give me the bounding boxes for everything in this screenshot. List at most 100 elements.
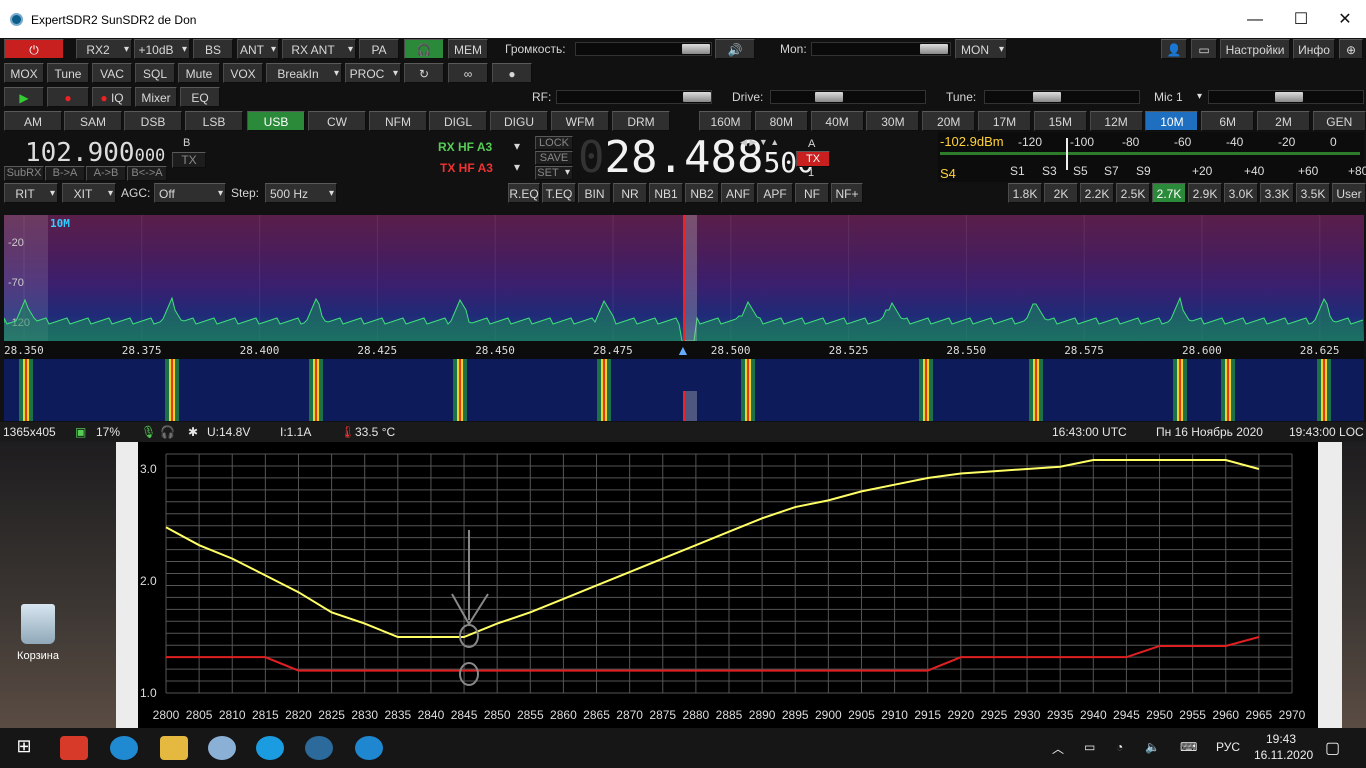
tune-slider[interactable] [984, 90, 1140, 104]
tx-dropdown-icon[interactable]: ▾ [514, 157, 520, 177]
mon-button[interactable]: MON [955, 39, 1007, 59]
dsp-nf-button[interactable]: NF [795, 183, 829, 203]
user-button[interactable]: 👤 [1161, 39, 1187, 59]
mode-usb-button[interactable]: USB [247, 111, 305, 131]
band-160m-button[interactable]: 160M [699, 111, 752, 131]
proc-button[interactable]: PROC [345, 63, 401, 83]
close-icon[interactable]: ✕ [1322, 8, 1366, 32]
paint-icon[interactable] [208, 736, 236, 760]
tray-chevron-icon[interactable]: ︿ [1052, 740, 1064, 757]
notifications-icon[interactable]: ▢ [1325, 738, 1340, 758]
band-30m-button[interactable]: 30M [866, 111, 920, 131]
mode-drm-button[interactable]: DRM [612, 111, 670, 131]
mox-button[interactable]: MOX [4, 63, 44, 83]
dsp-nf-button[interactable]: NF+ [831, 183, 863, 203]
recycle-bin[interactable]: Корзина [12, 600, 64, 662]
folder-icon[interactable] [160, 736, 188, 760]
b-to-a-button[interactable]: B->A [45, 166, 85, 181]
more-button[interactable]: ⊕ [1339, 39, 1363, 59]
volume-slider[interactable] [575, 42, 712, 56]
breakin-button[interactable]: BreakIn [266, 63, 342, 83]
sql-button[interactable]: SQL [135, 63, 175, 83]
band-2m-button[interactable]: 2M [1257, 111, 1310, 131]
filter-1-8k-button[interactable]: 1.8K [1008, 183, 1042, 203]
clock-time[interactable]: 19:43 [1266, 732, 1296, 746]
filter-user-button[interactable]: User [1332, 183, 1366, 203]
power-button[interactable]: ⏻ [4, 39, 64, 59]
dsp-apf-button[interactable]: APF [757, 183, 793, 203]
tuning-marker[interactable] [683, 215, 685, 341]
b-swap-a-button[interactable]: B<->A [127, 166, 167, 181]
xit-button[interactable]: XIT [62, 183, 116, 203]
vfo-b-tx[interactable]: TX [172, 152, 206, 168]
record-button[interactable]: ● [47, 87, 89, 107]
maximize-icon[interactable]: ☐ [1278, 8, 1324, 32]
a-to-b-button[interactable]: A->B [86, 166, 126, 181]
mode-dsb-button[interactable]: DSB [124, 111, 182, 131]
spectrum-panel[interactable]: 10M -20-70-120 [4, 215, 1364, 341]
filter-3-0k-button[interactable]: 3.0K [1224, 183, 1258, 203]
mixer-button[interactable]: Mixer [135, 87, 177, 107]
rx-dropdown-icon[interactable]: ▾ [514, 136, 520, 156]
tape-button[interactable]: ∞ [448, 63, 488, 83]
expertsdr-taskbar-icon[interactable] [305, 736, 333, 760]
skype-icon[interactable] [256, 736, 284, 760]
band-12m-button[interactable]: 12M [1089, 111, 1143, 131]
band-20m-button[interactable]: 20M [922, 111, 976, 131]
start-icon[interactable]: ⊞ [10, 736, 38, 760]
dsp-nr-button[interactable]: NR [613, 183, 647, 203]
ant-button[interactable]: ANT [237, 39, 279, 59]
band-40m-button[interactable]: 40M [810, 111, 864, 131]
minimize-icon[interactable]: — [1232, 8, 1278, 32]
filter-2-9k-button[interactable]: 2.9K [1188, 183, 1222, 203]
mem-button[interactable]: MEM [448, 39, 488, 59]
speaker-button[interactable]: 🔊 [715, 39, 755, 59]
subrx-button[interactable]: SubRX [4, 166, 44, 181]
dsp-bin-button[interactable]: BIN [578, 183, 611, 203]
vfo-b-frequency[interactable]: 102.900000 [25, 138, 165, 168]
band-gen-button[interactable]: GEN [1312, 111, 1366, 131]
power-app-icon[interactable] [60, 736, 88, 760]
rx-ant-button[interactable]: RX ANT [282, 39, 356, 59]
clock-date[interactable]: 16.11.2020 [1254, 748, 1313, 762]
dsp-nb2-button[interactable]: NB2 [685, 183, 719, 203]
mode-cw-button[interactable]: CW [308, 111, 366, 131]
band-17m-button[interactable]: 17M [978, 111, 1031, 131]
sunsdr-taskbar-icon[interactable] [355, 736, 383, 760]
loop-button[interactable]: ↻ [404, 63, 444, 83]
step-select[interactable]: 500 Hz [265, 183, 337, 203]
volume-tray-icon[interactable]: 🔈 [1145, 740, 1160, 754]
rx2-button[interactable]: RX2 [76, 39, 132, 59]
drive-slider[interactable] [770, 90, 926, 104]
mode-lsb-button[interactable]: LSB [185, 111, 243, 131]
mode-nfm-button[interactable]: NFM [369, 111, 427, 131]
filter-2-5k-button[interactable]: 2.5K [1116, 183, 1150, 203]
dsp-nb1-button[interactable]: NB1 [649, 183, 683, 203]
filter-3-5k-button[interactable]: 3.5K [1296, 183, 1330, 203]
filter-3-3k-button[interactable]: 3.3K [1260, 183, 1294, 203]
mode-sam-button[interactable]: SAM [64, 111, 122, 131]
waterfall[interactable] [4, 359, 1364, 421]
language-indicator[interactable]: РУС [1216, 740, 1240, 754]
mute-button[interactable]: Mute [178, 63, 220, 83]
band-6m-button[interactable]: 6M [1201, 111, 1255, 131]
filter-2-7k-button[interactable]: 2.7K [1152, 183, 1186, 203]
keyboard-icon[interactable]: ⌨ [1180, 740, 1197, 754]
settings-button[interactable]: Настройки [1220, 39, 1290, 59]
filter-2-2k-button[interactable]: 2.2K [1080, 183, 1114, 203]
mon-slider[interactable] [811, 42, 951, 56]
vac-button[interactable]: VAC [92, 63, 132, 83]
drive-button[interactable]: ▭ [1191, 39, 1217, 59]
mode-am-button[interactable]: AM [4, 111, 62, 131]
dsp-anf-button[interactable]: ANF [721, 183, 755, 203]
filter-2k-button[interactable]: 2K [1044, 183, 1078, 203]
mic-slider[interactable] [1208, 90, 1364, 104]
tune-button[interactable]: Tune [47, 63, 89, 83]
eq-button[interactable]: EQ [180, 87, 220, 107]
tuning-marker-icon[interactable]: ▲ [676, 342, 690, 358]
battery-icon[interactable]: ▭ [1084, 740, 1095, 754]
mic-button[interactable]: ● [492, 63, 532, 83]
band-10m-button[interactable]: 10M [1145, 111, 1199, 131]
mic-select[interactable]: Mic 1 [1154, 87, 1204, 107]
lock-button[interactable]: LOCK [535, 136, 573, 150]
